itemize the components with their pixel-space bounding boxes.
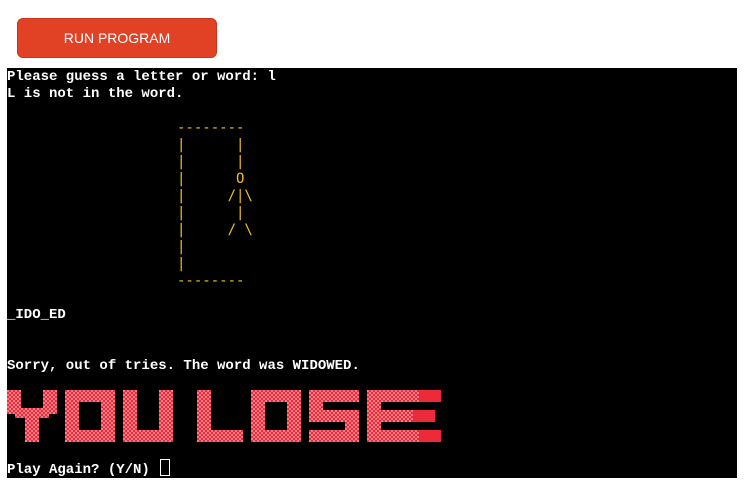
text-cursor[interactable] [160,459,171,476]
hangman-drawing: -------- | | | | | O | /|\ | | | / \ | |… [177,120,253,289]
word-progress: _IDO_ED [7,307,66,323]
play-again-line: Play Again? (Y/N) [7,459,171,478]
terminal-output[interactable]: Please guess a letter or word: l L is no… [7,68,737,478]
guess-feedback-line: L is not in the word. [7,86,184,102]
you-lose-banner [7,390,441,442]
play-again-prompt: Play Again? (Y/N) [7,462,159,478]
run-program-button[interactable]: RUN PROGRAM [17,18,217,58]
game-result-line: Sorry, out of tries. The word was WIDOWE… [7,358,360,374]
guess-prompt-line: Please guess a letter or word: l [7,69,276,85]
